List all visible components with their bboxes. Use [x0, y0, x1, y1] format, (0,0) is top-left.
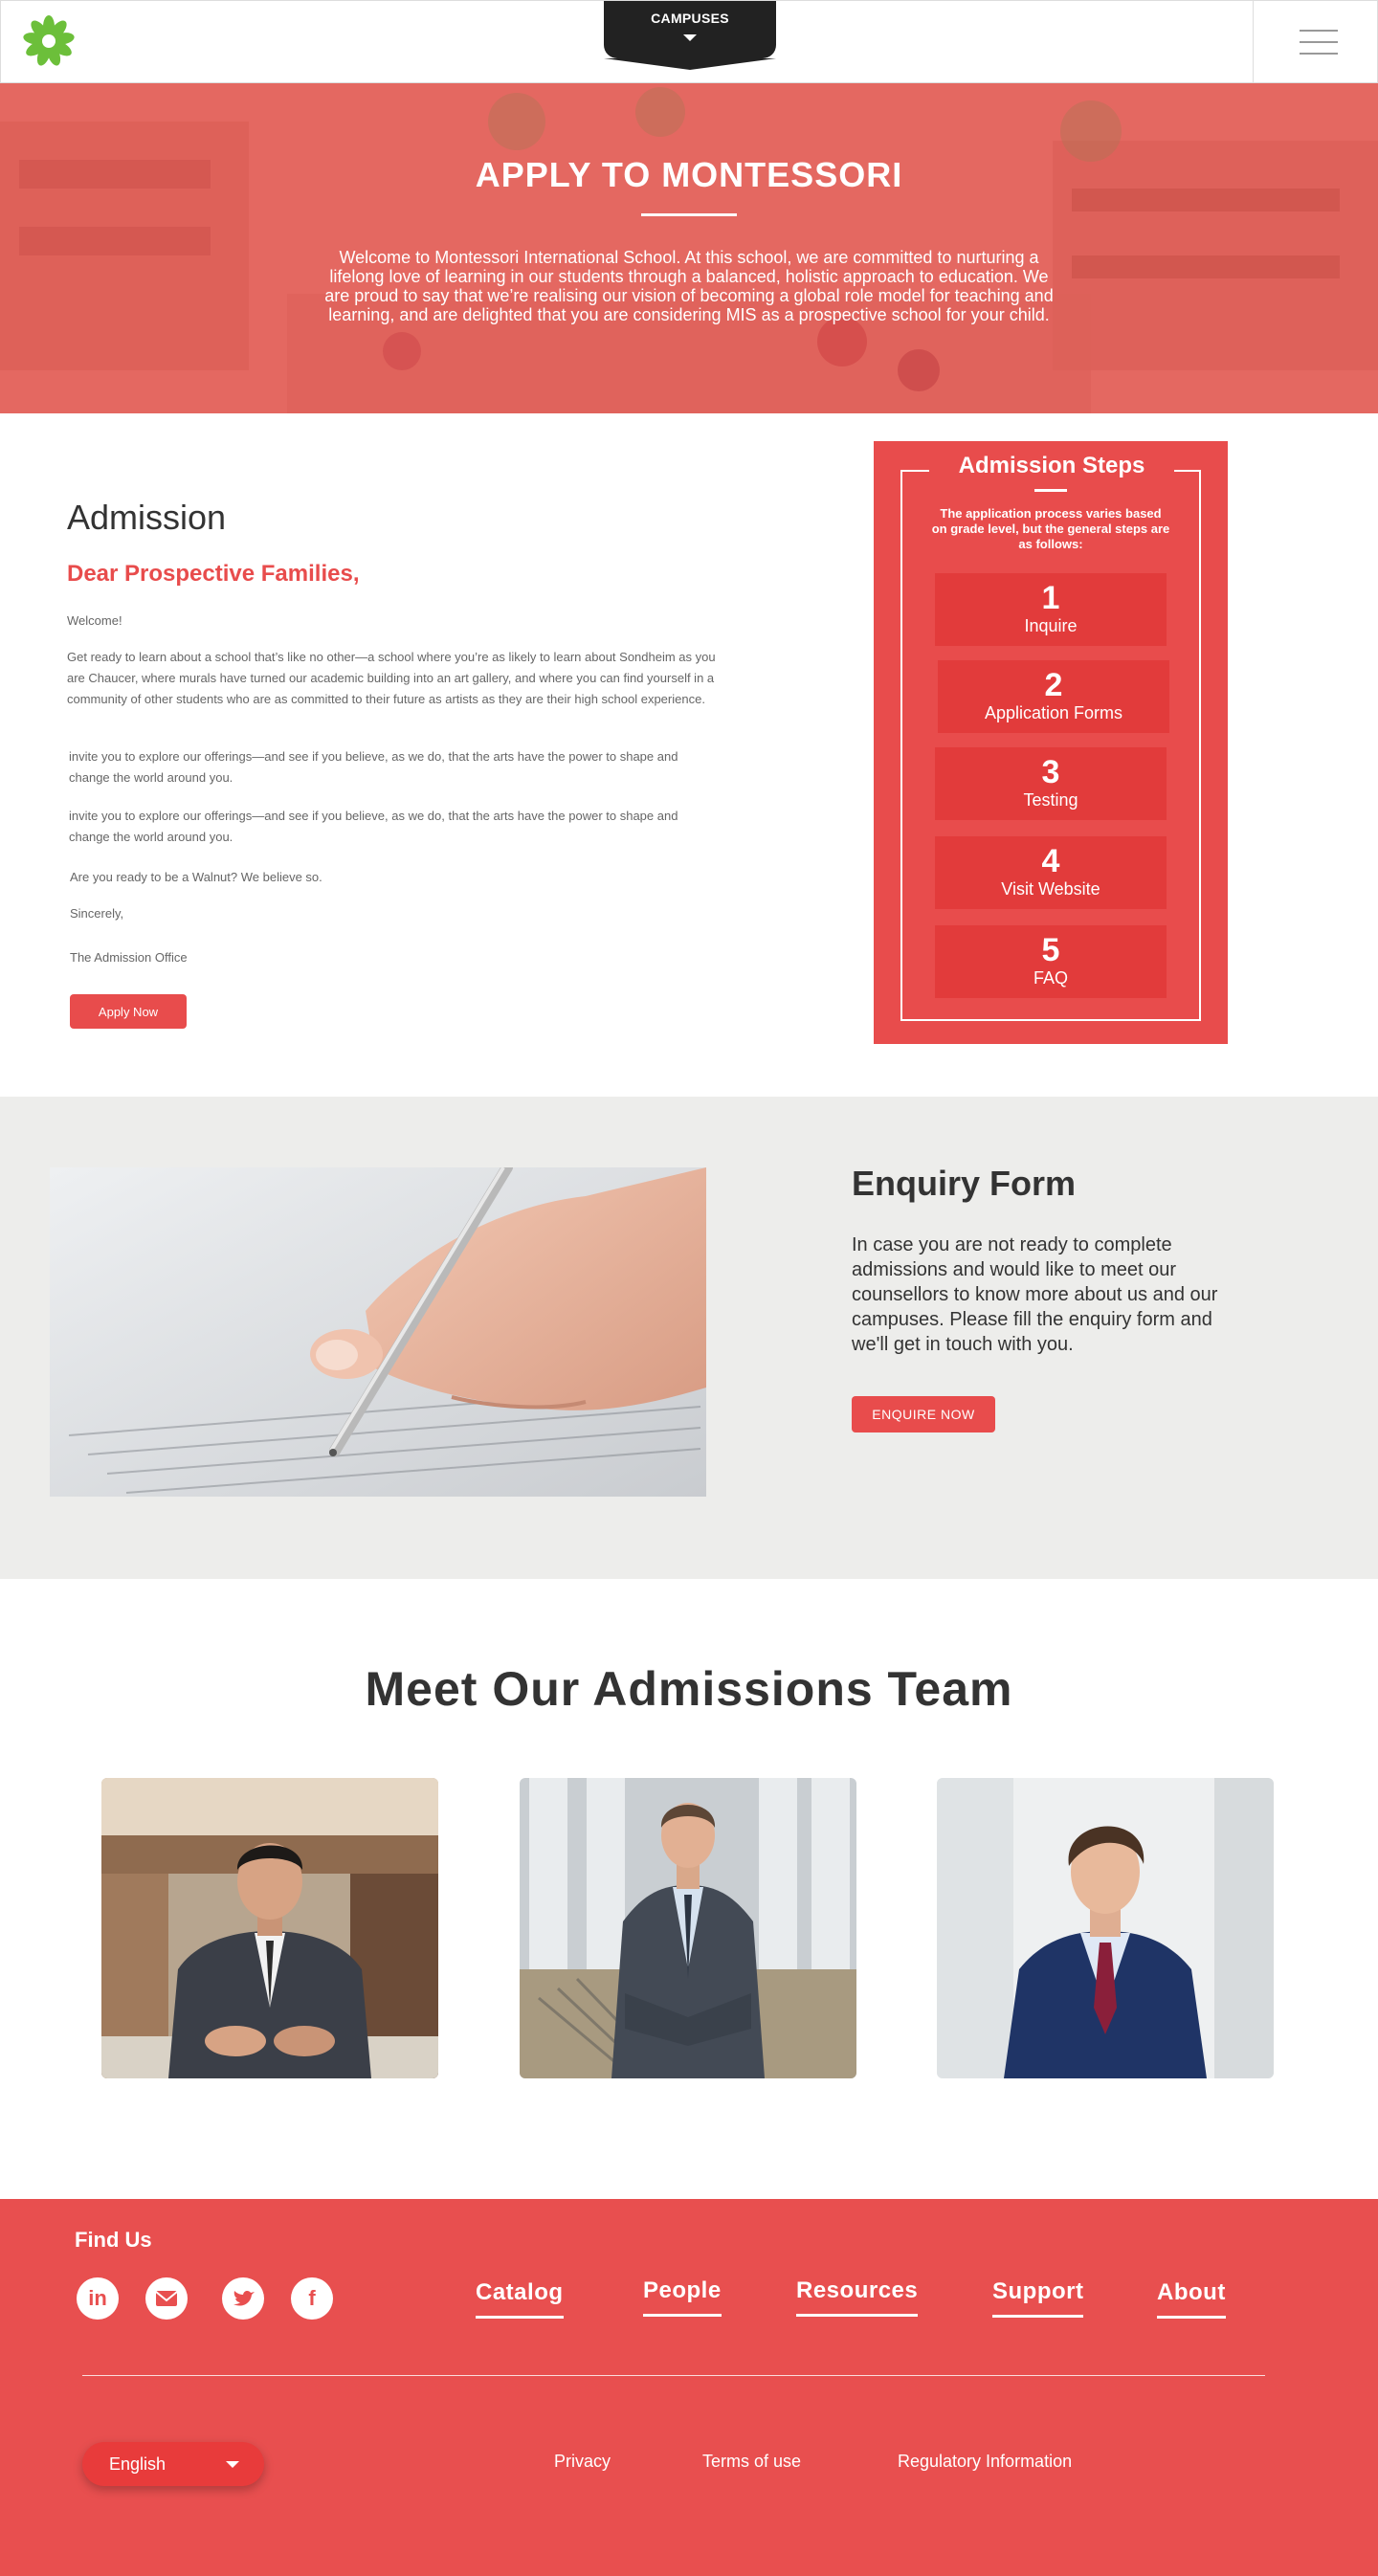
admission-greeting: Dear Prospective Families, [67, 561, 360, 587]
footer-divider [82, 2375, 1265, 2376]
step-label: Visit Website [1001, 879, 1100, 899]
hamburger-menu-icon [1300, 30, 1338, 32]
enquire-now-button[interactable]: ENQUIRE NOW [852, 1396, 995, 1432]
admission-paragraph: invite you to explore our offerings—and … [69, 809, 678, 844]
admission-paragraph: Are you ready to be a Walnut? We believe… [70, 870, 322, 884]
step-testing[interactable]: 3 Testing [935, 747, 1167, 820]
flower-logo-icon[interactable] [22, 14, 76, 68]
language-value: English [109, 2454, 167, 2474]
steps-intro: The application process varies based on … [931, 506, 1170, 551]
footer-link-regulatory[interactable]: Regulatory Information [898, 2452, 1072, 2472]
hero-title: APPLY TO MONTESSORI [475, 155, 903, 194]
campuses-label: CAMPUSES [651, 11, 729, 26]
steps-divider [1034, 489, 1067, 492]
step-label: Application Forms [984, 703, 1123, 722]
linkedin-button[interactable]: in [77, 2277, 119, 2320]
hamburger-menu-button[interactable] [1253, 1, 1378, 84]
linkedin-icon: in [88, 2286, 107, 2310]
footer-nav-people[interactable]: People [643, 2277, 722, 2317]
enquiry-section: Enquiry Form In case you are not ready t… [0, 1097, 1378, 1579]
footer-nav-support[interactable]: Support [992, 2278, 1084, 2318]
caret-down-icon [683, 34, 697, 41]
team-member-photo[interactable] [520, 1778, 856, 2078]
find-us-heading: Find Us [75, 2228, 152, 2252]
twitter-icon [233, 2290, 255, 2306]
hamburger-menu-icon [1300, 41, 1338, 43]
step-number: 1 [1041, 580, 1060, 616]
step-label: Testing [1023, 790, 1078, 810]
hero-banner: APPLY TO MONTESSORI Welcome to Montessor… [0, 83, 1378, 413]
admission-welcome: Welcome! [67, 613, 122, 628]
hamburger-menu-icon [1300, 53, 1338, 55]
facebook-button[interactable]: f [291, 2277, 333, 2320]
step-application-forms[interactable]: 2 Application Forms [938, 660, 1169, 733]
admission-sign-off: Sincerely, [70, 906, 124, 921]
step-faq[interactable]: 5 FAQ [935, 925, 1167, 998]
admission-steps-card: Admission Steps The application process … [874, 441, 1228, 1044]
step-inquire[interactable]: 1 Inquire [935, 573, 1167, 646]
email-icon [155, 2291, 178, 2306]
campuses-dropdown[interactable]: CAMPUSES [604, 1, 776, 70]
facebook-icon: f [308, 2286, 316, 2310]
apply-now-button[interactable]: Apply Now [70, 994, 187, 1029]
twitter-button[interactable] [222, 2277, 264, 2320]
step-label: FAQ [1033, 968, 1068, 988]
footer-link-privacy[interactable]: Privacy [554, 2452, 611, 2472]
step-number: 4 [1041, 843, 1060, 879]
step-label: Inquire [1024, 616, 1078, 635]
admission-paragraph: Get ready to learn about a school that’s… [67, 650, 716, 706]
admission-heading: Admission [67, 498, 227, 537]
site-header: CAMPUSES [0, 0, 1378, 84]
step-number: 2 [1044, 667, 1063, 703]
hand-writing-image [50, 1167, 706, 1497]
step-number: 5 [1041, 932, 1060, 968]
footer-nav-resources[interactable]: Resources [796, 2277, 919, 2317]
footer-nav-catalog[interactable]: Catalog [476, 2279, 564, 2319]
site-footer: Find Us in f Catalog People Resources Su… [0, 2199, 1378, 2576]
hero-intro-text: Welcome to Montessori International Scho… [324, 248, 1054, 324]
steps-title: Admission Steps [958, 453, 1145, 478]
team-member-photo[interactable] [101, 1778, 438, 2078]
hero-divider [641, 213, 737, 216]
footer-link-terms[interactable]: Terms of use [702, 2452, 801, 2472]
language-select[interactable]: English [82, 2442, 264, 2486]
enquiry-text: In case you are not ready to complete ad… [852, 1234, 1218, 1355]
step-number: 3 [1041, 754, 1060, 790]
admission-paragraph: invite you to explore our offerings—and … [69, 749, 678, 785]
steps-title-wrap: Admission Steps [929, 453, 1174, 479]
footer-nav-about[interactable]: About [1157, 2279, 1226, 2319]
enquiry-title: Enquiry Form [852, 1164, 1077, 1203]
chevron-down-icon [226, 2461, 239, 2468]
step-visit-website[interactable]: 4 Visit Website [935, 836, 1167, 909]
email-button[interactable] [145, 2277, 188, 2320]
admission-signature: The Admission Office [70, 950, 188, 965]
team-member-photo[interactable] [937, 1778, 1274, 2078]
team-title: Meet Our Admissions Team [365, 1662, 1013, 1716]
